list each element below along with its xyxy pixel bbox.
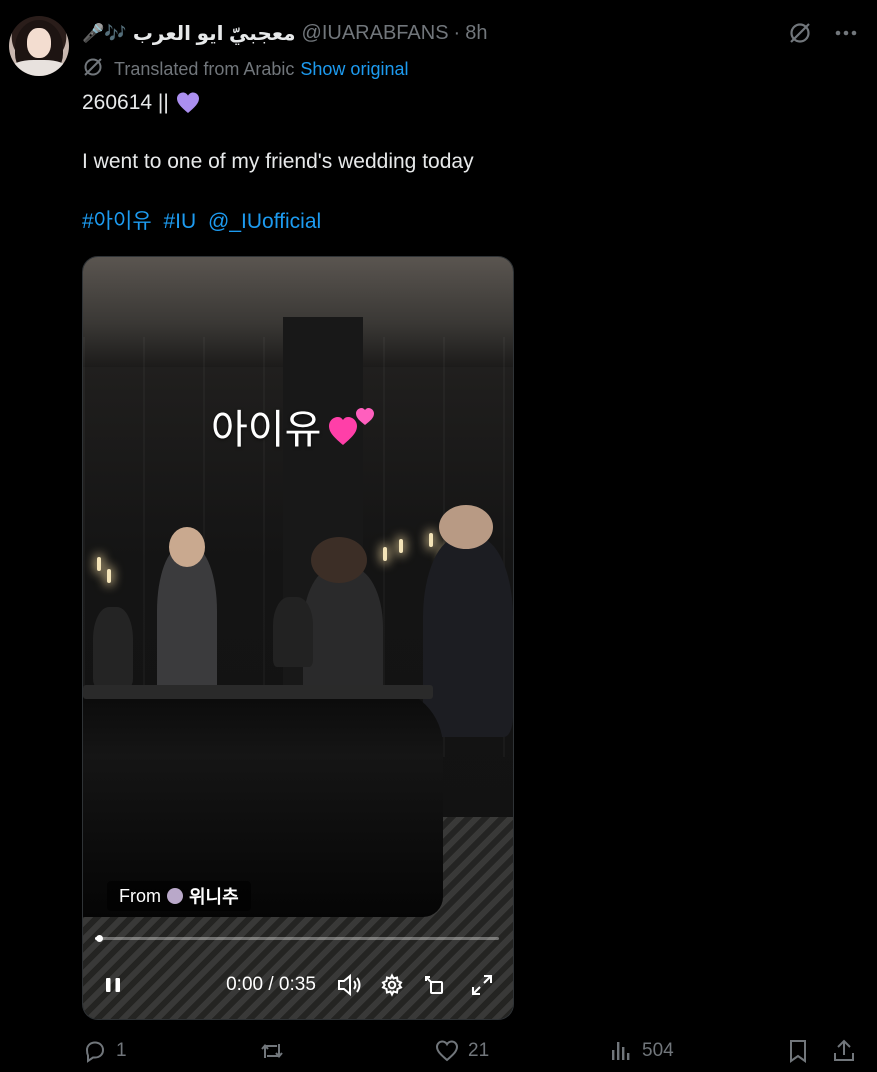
video-caption-overlay: 아이유 [211, 397, 377, 455]
name-emoji: 🎤🎶 [82, 22, 127, 43]
picture-in-picture-icon[interactable] [421, 967, 447, 1003]
post-text-date: 260614 || [82, 91, 169, 114]
repost-button[interactable] [258, 1036, 294, 1066]
like-icon [435, 1040, 459, 1062]
video-source-name: 위니추 [189, 887, 239, 908]
video-scene-piano-lid [83, 685, 433, 699]
grok-icon[interactable] [787, 20, 813, 46]
bookmark-button[interactable] [786, 1036, 818, 1066]
pause-icon[interactable] [99, 967, 127, 1003]
video-scene-guest [273, 597, 313, 667]
hashtag-iu-korean[interactable]: #아이유 [82, 210, 152, 233]
display-name[interactable]: معجبيّ ايو العرب [133, 21, 296, 46]
reply-count: 1 [116, 1040, 127, 1061]
video-caption-text: 아이유 [211, 407, 322, 453]
share-icon [834, 1039, 854, 1061]
video-controls: 0:00 / 0:35 [83, 967, 513, 1003]
more-icon[interactable] [833, 20, 859, 46]
share-button[interactable] [832, 1036, 864, 1066]
video-progress-bar[interactable] [95, 935, 499, 942]
post-top-icons [787, 20, 859, 46]
reply-icon [85, 1041, 105, 1063]
video-source-badge[interactable]: From 위니추 [107, 881, 251, 911]
video-scene-person-head [311, 537, 367, 583]
video-scene-person-head [169, 527, 205, 567]
video-timecode: 0:00 / 0:35 [226, 974, 316, 995]
like-count: 21 [468, 1040, 490, 1061]
views-count: 504 [642, 1040, 674, 1061]
views-icon [612, 1042, 630, 1060]
hashtag-line: #아이유 #IU @_IUofficial [82, 208, 327, 236]
reply-button[interactable]: 1 [82, 1036, 127, 1066]
handle[interactable]: @IUARABFANS [302, 22, 449, 45]
video-scene-person-head [439, 505, 493, 549]
avatar[interactable] [9, 16, 69, 76]
post-text-body: I went to one of my friend's wedding tod… [82, 150, 474, 173]
mention-iuofficial[interactable]: @_IUofficial [208, 210, 321, 233]
two-hearts-emoji [329, 408, 375, 445]
source-avatar [167, 888, 183, 904]
video-scene-person [157, 547, 217, 707]
post: 🎤🎶 معجبيّ ايو العرب @IUARABFANS · 8h Tra… [0, 0, 877, 1072]
post-time[interactable]: 8h [465, 22, 487, 45]
separator: · [453, 21, 461, 44]
post-actions: 1 21 504 [82, 1036, 862, 1066]
video-player[interactable]: 아이유 From 위니추 0:00 / 0:35 [82, 256, 514, 1020]
volume-icon[interactable] [335, 967, 365, 1003]
video-scene-person [423, 537, 513, 737]
hashtag-iu[interactable]: #IU [163, 210, 196, 233]
avatar-face [27, 28, 51, 58]
fullscreen-icon[interactable] [469, 967, 495, 1003]
video-scene-guest [93, 607, 133, 687]
like-button[interactable]: 21 [434, 1036, 489, 1066]
video-progress-knob[interactable] [96, 935, 104, 942]
avatar-shirt [11, 60, 67, 76]
post-header: 🎤🎶 معجبيّ ايو العرب @IUARABFANS · 8h [82, 18, 487, 48]
translated-label: Translated from Arabic [114, 58, 295, 79]
views-button[interactable]: 504 [610, 1036, 674, 1066]
settings-icon[interactable] [379, 967, 405, 1003]
translation-notice: Translated from Arabic Show original [82, 56, 408, 82]
show-original-link[interactable]: Show original [300, 59, 408, 80]
post-text-line1: 260614 || [82, 89, 201, 117]
bookmark-icon [790, 1040, 806, 1063]
translate-icon [82, 56, 104, 83]
purple-heart-emoji [176, 92, 199, 113]
video-source-from: From [119, 885, 161, 906]
repost-icon [261, 1043, 283, 1059]
